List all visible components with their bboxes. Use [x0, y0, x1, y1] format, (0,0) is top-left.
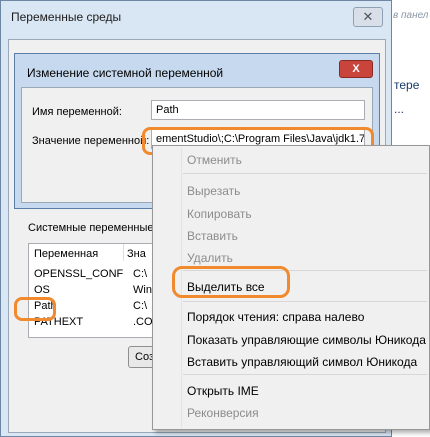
- menu-item-cut[interactable]: Вырезать: [187, 184, 240, 198]
- background-search-hint: в панел: [393, 10, 429, 21]
- table-row-value[interactable]: C:\: [133, 300, 147, 313]
- menu-item-rtl-reading-order[interactable]: Порядок чтения: справа налево: [187, 310, 364, 324]
- table-row-value[interactable]: C:\: [133, 268, 147, 281]
- dialog-title: Переменные среды: [11, 10, 122, 24]
- path-highlight-annotation: [14, 297, 56, 321]
- close-icon: ✕: [362, 9, 374, 24]
- menu-item-paste[interactable]: Вставить: [187, 229, 238, 243]
- table-row-name[interactable]: OPENSSL_CONF: [34, 268, 123, 281]
- menu-item-undo[interactable]: Отменить: [187, 153, 242, 167]
- menu-item-insert-unicode-control-char[interactable]: Вставить управляющий символ Юникода: [187, 355, 417, 369]
- table-row-value[interactable]: Win: [133, 284, 152, 297]
- table-row-name[interactable]: OS: [34, 284, 50, 297]
- select-all-highlight-annotation: [172, 266, 290, 298]
- menu-item-open-ime[interactable]: Открыть IME: [187, 384, 259, 398]
- column-header-variable[interactable]: Переменная: [34, 248, 98, 260]
- column-divider: [123, 244, 124, 261]
- variable-name-label: Имя переменной:: [32, 106, 122, 118]
- edit-close-button[interactable]: X: [339, 60, 373, 78]
- menu-item-reconversion[interactable]: Реконверсия: [187, 406, 259, 420]
- edit-dialog-title: Изменение системной переменной: [27, 66, 224, 80]
- menu-separator: [183, 173, 427, 174]
- close-icon: X: [352, 63, 360, 75]
- variable-value-label: Значение переменной:: [32, 135, 150, 147]
- menu-item-copy[interactable]: Копировать: [187, 207, 252, 221]
- table-row-value[interactable]: .CO: [133, 316, 153, 329]
- menu-item-show-unicode-control-chars[interactable]: Показать управляющие символы Юникода: [187, 333, 426, 347]
- column-header-value[interactable]: Зна: [127, 248, 146, 260]
- variable-name-input[interactable]: Path: [151, 100, 365, 120]
- menu-item-delete[interactable]: Удалить: [187, 251, 233, 265]
- background-text-2: ...: [394, 102, 405, 116]
- system-variables-label: Системные переменные: [28, 222, 154, 234]
- menu-separator: [183, 301, 427, 302]
- background-text: тере: [394, 78, 420, 92]
- menu-separator: [183, 374, 427, 375]
- close-button[interactable]: ✕: [353, 7, 383, 27]
